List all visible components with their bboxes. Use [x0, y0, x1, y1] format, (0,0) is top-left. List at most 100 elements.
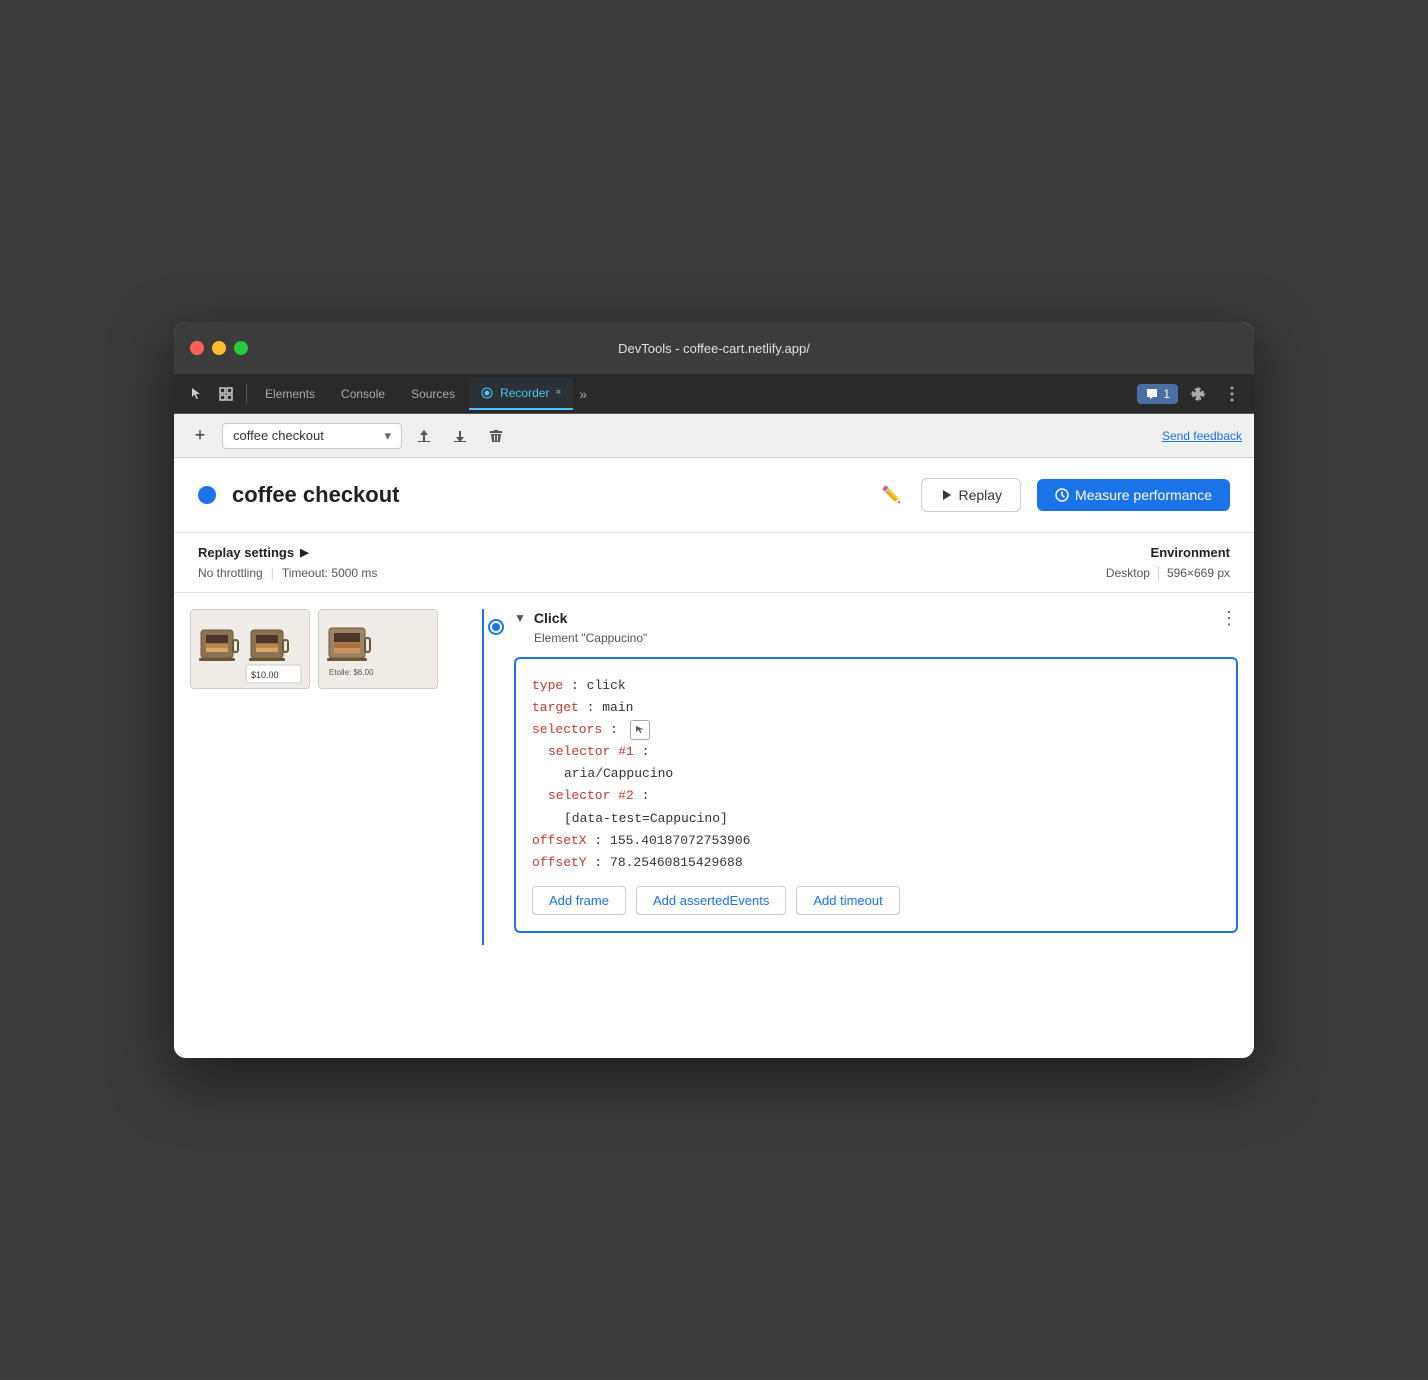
code-type-line: type : click: [532, 675, 1220, 697]
send-feedback-link[interactable]: Send feedback: [1162, 429, 1242, 443]
code-colon-5: :: [642, 788, 650, 803]
code-colon-3: :: [610, 722, 626, 737]
recorder-main: coffee checkout ✏️ Replay Measure perfor…: [174, 458, 1254, 1058]
env-separator: [1158, 566, 1159, 580]
code-colon-7: :: [594, 855, 610, 870]
add-frame-button[interactable]: Add frame: [532, 886, 626, 915]
environment-title: Environment: [1106, 545, 1230, 560]
recording-header: coffee checkout ✏️ Replay Measure perfor…: [174, 458, 1254, 533]
recording-select[interactable]: coffee checkout ▾: [222, 423, 402, 449]
svg-text:$10.00: $10.00: [251, 670, 279, 680]
code-selector2-val-line: [data-test=Cappucino]: [532, 808, 1220, 830]
tab-recorder[interactable]: Recorder ×: [469, 378, 573, 410]
recording-name-label: coffee checkout: [233, 428, 324, 443]
tab-elements[interactable]: Elements: [253, 378, 327, 410]
more-tabs-button[interactable]: »: [575, 382, 591, 406]
replay-settings-title: Replay settings ▶: [198, 545, 1106, 560]
minimize-button[interactable]: [212, 341, 226, 355]
action-buttons: Add frame Add assertedEvents Add timeout: [532, 886, 1220, 915]
code-selector1-key: selector #1: [548, 744, 634, 759]
code-selectors-key: selectors: [532, 722, 602, 737]
step-click: ▼ Click ⋮ Element "Cappucino" type : cli…: [470, 609, 1238, 933]
settings-values: No throttling | Timeout: 5000 ms: [198, 566, 1106, 580]
chat-badge-button[interactable]: 1: [1137, 384, 1178, 404]
code-colon-2: :: [587, 700, 603, 715]
code-colon-1: :: [571, 678, 587, 693]
inspect-icon[interactable]: [212, 380, 240, 408]
code-target-line: target : main: [532, 697, 1220, 719]
code-offsety-key: offsetY: [532, 855, 587, 870]
devtools-window: DevTools - coffee-cart.netlify.app/ Elem…: [174, 322, 1254, 1058]
thumbnail-coffee-2-svg: Etoile: $6.00: [319, 610, 438, 689]
more-options-icon[interactable]: [1218, 380, 1246, 408]
settings-bar: Replay settings ▶ No throttling | Timeou…: [174, 533, 1254, 593]
code-target-key: target: [532, 700, 579, 715]
settings-expand-icon[interactable]: ▶: [300, 546, 308, 559]
new-recording-button[interactable]: +: [186, 422, 214, 450]
code-colon-6: :: [594, 833, 610, 848]
recorder-toolbar: + coffee checkout ▾ Send feedback: [174, 414, 1254, 458]
timeout-value: Timeout: 5000 ms: [282, 566, 378, 580]
step-type-label: Click: [534, 610, 567, 626]
maximize-button[interactable]: [234, 341, 248, 355]
download-button[interactable]: [446, 422, 474, 450]
code-offsetx-val: 155.40187072753906: [610, 833, 750, 848]
settings-gear-icon[interactable]: [1184, 380, 1212, 408]
close-button[interactable]: [190, 341, 204, 355]
add-timeout-button[interactable]: Add timeout: [796, 886, 899, 915]
title-bar: DevTools - coffee-cart.netlify.app/: [174, 322, 1254, 374]
step-header: ▼ Click ⋮: [514, 609, 1238, 627]
recording-status-dot: [198, 486, 216, 504]
code-offsety-val: 78.25460815429688: [610, 855, 743, 870]
step-more-options-icon[interactable]: ⋮: [1220, 609, 1238, 627]
devtools-right-controls: 1: [1137, 380, 1246, 408]
code-selector1-line: selector #1 :: [532, 741, 1220, 763]
code-type-key: type: [532, 678, 563, 693]
replay-button[interactable]: Replay: [921, 478, 1021, 512]
edit-title-icon[interactable]: ✏️: [878, 481, 906, 509]
devtools-tab-bar: Elements Console Sources Recorder × » 1: [174, 374, 1254, 414]
code-offsetx-key: offsetX: [532, 833, 587, 848]
window-title: DevTools - coffee-cart.netlify.app/: [618, 341, 810, 356]
code-colon-4: :: [642, 744, 650, 759]
environment-values: Desktop 596×669 px: [1106, 566, 1230, 580]
resolution-value: 596×669 px: [1167, 566, 1230, 580]
recording-title: coffee checkout: [232, 482, 862, 508]
code-target-val: main: [602, 700, 633, 715]
thumbnail-coffee-svg: $10.00: [191, 610, 310, 689]
selector-tool-icon[interactable]: [630, 720, 650, 740]
add-asserted-events-button[interactable]: Add assertedEvents: [636, 886, 786, 915]
step-code-block: type : click target : main selectors :: [514, 657, 1238, 933]
tab-sources[interactable]: Sources: [399, 378, 467, 410]
steps-area: $10.00 Etoile: $6.00: [174, 593, 1254, 961]
tab-console[interactable]: Console: [329, 378, 397, 410]
measure-performance-button[interactable]: Measure performance: [1037, 479, 1230, 511]
dropdown-chevron-icon: ▾: [384, 428, 391, 444]
delete-button[interactable]: [482, 422, 510, 450]
code-type-val: click: [587, 678, 626, 693]
device-value: Desktop: [1106, 566, 1150, 580]
pointer-icon[interactable]: [182, 380, 210, 408]
code-offsety-line: offsetY : 78.25460815429688: [532, 852, 1220, 874]
step-expand-icon[interactable]: ▼: [514, 611, 526, 625]
replay-settings: Replay settings ▶ No throttling | Timeou…: [198, 545, 1106, 580]
settings-separator: |: [271, 566, 274, 580]
code-selector2-key: selector #2: [548, 788, 634, 803]
code-offsetx-line: offsetX : 155.40187072753906: [532, 830, 1220, 852]
environment-settings: Environment Desktop 596×669 px: [1106, 545, 1230, 580]
thumbnail-1[interactable]: $10.00: [190, 609, 310, 689]
thumbnails-column: $10.00 Etoile: $6.00: [174, 609, 454, 945]
code-selector1-val: aria/Cappucino: [564, 766, 673, 781]
code-selector2-val: [data-test=Cappucino]: [564, 811, 728, 826]
recorder-tab-close[interactable]: ×: [555, 387, 561, 398]
step-description: Element "Cappucino": [514, 631, 1238, 645]
code-selectors-line: selectors :: [532, 719, 1220, 741]
upload-button[interactable]: [410, 422, 438, 450]
thumbnail-2[interactable]: Etoile: $6.00: [318, 609, 438, 689]
traffic-lights: [190, 341, 248, 355]
code-selector2-line: selector #2 :: [532, 785, 1220, 807]
code-selector1-val-line: aria/Cappucino: [532, 763, 1220, 785]
svg-text:Etoile: $6.00: Etoile: $6.00: [329, 668, 374, 677]
throttling-value: No throttling: [198, 566, 263, 580]
step-dot: [490, 621, 502, 633]
